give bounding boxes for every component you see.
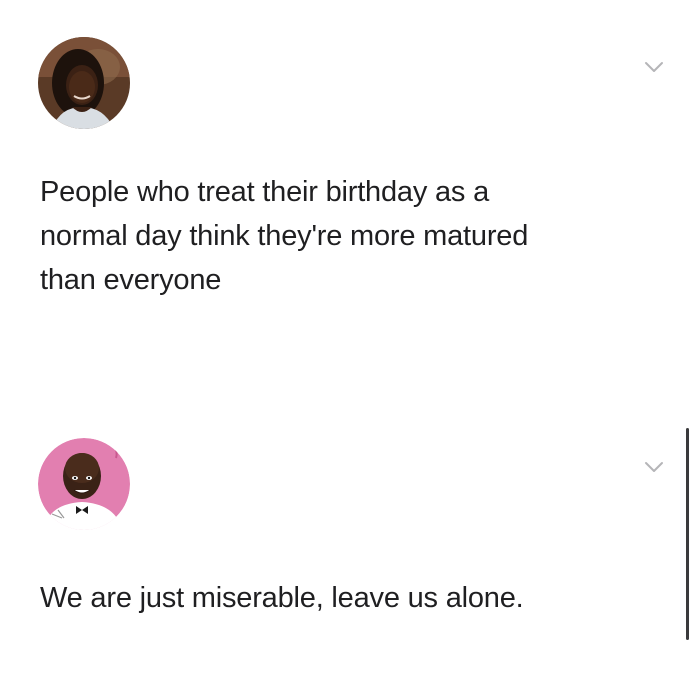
chevron-down-icon[interactable] <box>643 460 665 474</box>
post-text: People who treat their birthday as a nor… <box>40 176 529 296</box>
post-text: We are just miserable, leave us alone. <box>40 582 524 614</box>
scrollbar[interactable] <box>686 428 689 640</box>
chevron-down-icon[interactable] <box>643 60 665 74</box>
post-2: We are just miserable, leave us alone. <box>0 420 700 683</box>
avatar-woman-photo-icon[interactable] <box>38 37 130 129</box>
post-1: People who treat their birthday as a nor… <box>0 0 700 420</box>
avatar-bitmoji-man-icon[interactable] <box>38 438 130 530</box>
